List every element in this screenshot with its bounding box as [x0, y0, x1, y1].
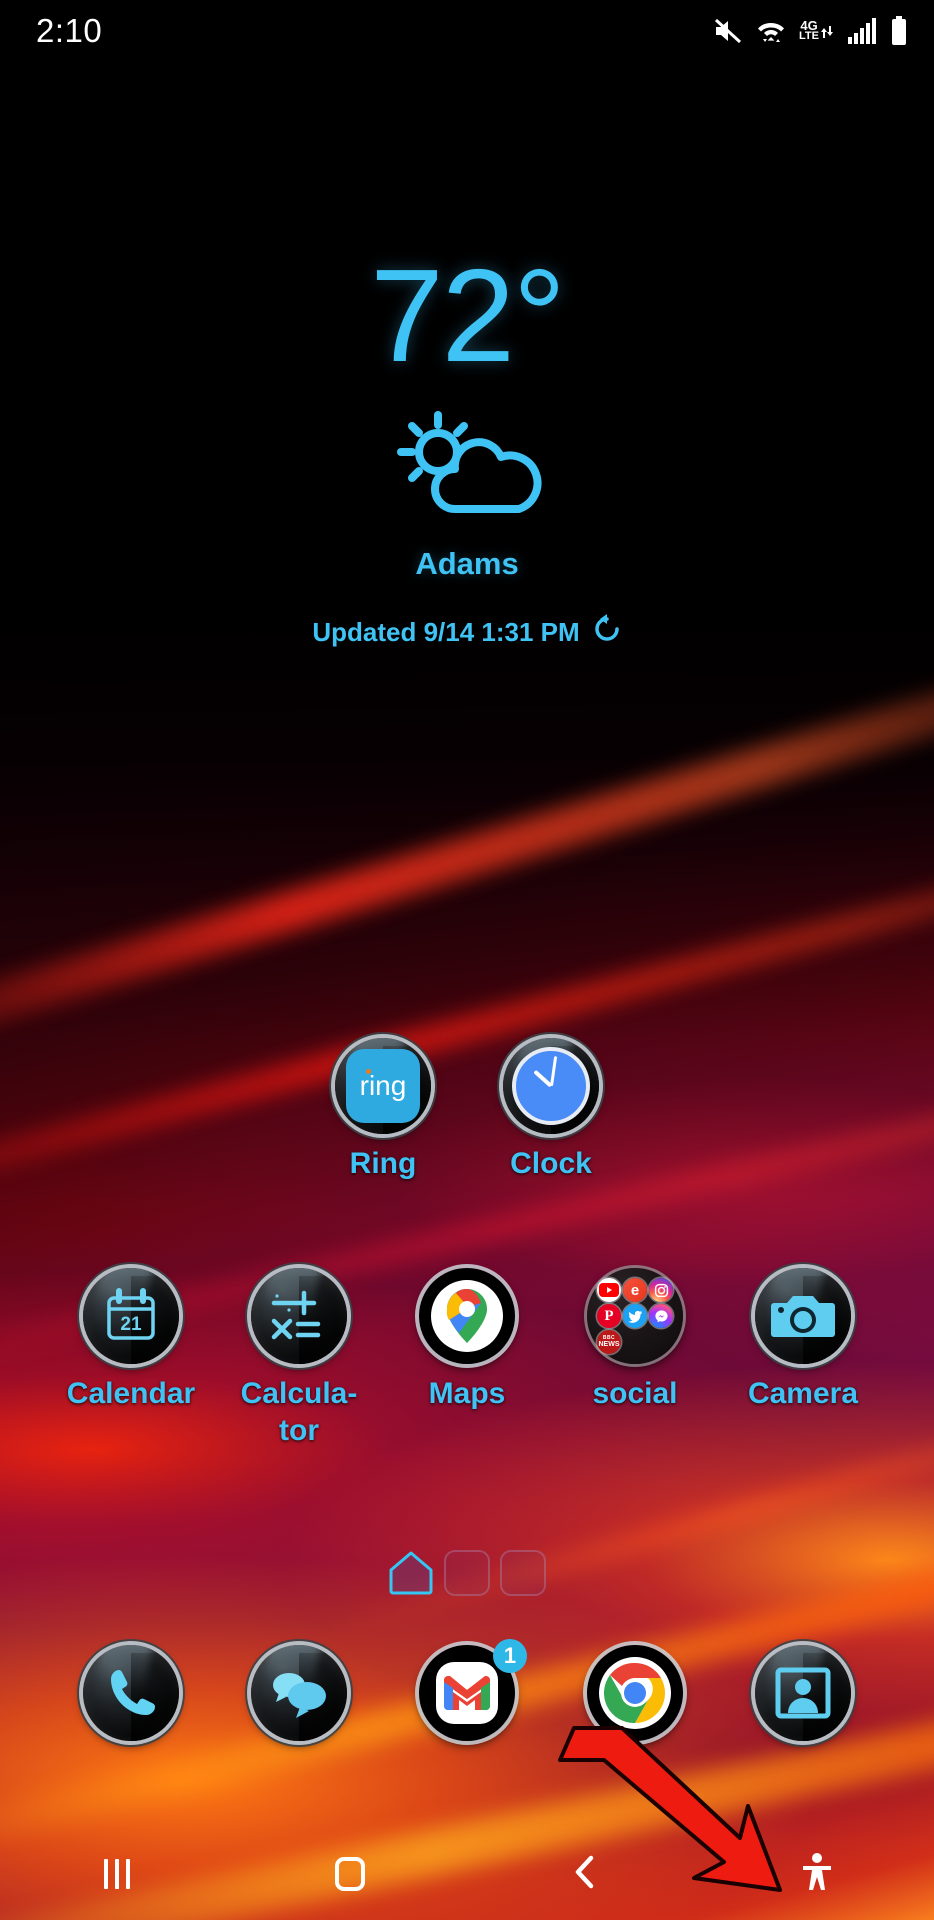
mute-icon — [713, 18, 743, 44]
edge-icon: e — [623, 1278, 647, 1302]
status-bar-icons: 4G LTE — [713, 16, 908, 46]
weather-updated-row: Updated 9/14 1:31 PM — [0, 614, 934, 651]
home-button[interactable] — [234, 1857, 468, 1891]
signal-bars-icon — [847, 17, 877, 45]
gmail-unread-badge: 1 — [493, 1639, 527, 1673]
app-ring[interactable]: ring Ring — [299, 1038, 467, 1183]
accessibility-button[interactable] — [701, 1852, 934, 1897]
contacts-app-icon — [755, 1645, 851, 1741]
svg-text:21: 21 — [120, 1314, 142, 1335]
dock-item-contacts[interactable] — [719, 1645, 887, 1741]
status-bar: 2:10 4G LTE — [0, 0, 934, 62]
weather-widget[interactable]: 72° Adams Updated 9/14 1:31 PM — [0, 250, 934, 651]
dock-item-phone[interactable] — [47, 1645, 215, 1741]
app-row-top: ring Ring Clock — [0, 1038, 934, 1183]
app-label-camera: Camera — [747, 1377, 859, 1410]
dock-item-messages[interactable] — [215, 1645, 383, 1741]
bbc-news-icon: BBC NEWS — [597, 1330, 621, 1354]
phone-home-screen: 2:10 4G LTE 72° Adams Updated 9/14 1:31 … — [0, 0, 934, 1920]
back-button[interactable] — [467, 1854, 701, 1895]
app-clock[interactable]: Clock — [467, 1038, 635, 1183]
battery-icon — [890, 16, 908, 46]
maps-app-icon — [419, 1268, 515, 1364]
youtube-icon — [597, 1278, 621, 1302]
folder-social[interactable]: e P BBC NEWS social — [551, 1268, 719, 1449]
pinterest-icon: P — [597, 1304, 621, 1328]
app-label-calculator: Calcula-tor — [240, 1377, 358, 1447]
status-bar-clock: 2:10 — [36, 12, 103, 49]
back-chevron-icon — [571, 1854, 597, 1895]
app-label-clock: Clock — [510, 1147, 592, 1180]
weather-temperature: 72° — [370, 242, 566, 389]
ring-app-icon: ring — [335, 1038, 431, 1134]
app-label-maps: Maps — [428, 1377, 506, 1410]
calculator-app-icon — [251, 1268, 347, 1364]
app-maps[interactable]: Maps — [383, 1268, 551, 1449]
messenger-icon — [649, 1304, 673, 1328]
wifi-icon — [756, 17, 786, 45]
navigation-bar — [0, 1828, 934, 1920]
instagram-icon — [649, 1278, 673, 1302]
clock-app-icon — [503, 1038, 599, 1134]
recents-button[interactable] — [0, 1859, 234, 1889]
recents-icon — [103, 1859, 130, 1889]
accessibility-icon — [800, 1852, 834, 1897]
weather-city: Adams — [415, 546, 519, 581]
page-dot-2[interactable] — [444, 1550, 490, 1596]
app-calendar[interactable]: 21 Calendar — [47, 1268, 215, 1449]
app-label-calendar: Calendar — [66, 1377, 196, 1410]
refresh-icon[interactable] — [592, 614, 622, 651]
dock: 1 — [0, 1639, 934, 1741]
messages-app-icon — [251, 1645, 347, 1741]
dock-item-gmail[interactable]: 1 — [383, 1639, 551, 1741]
weather-updated-text: Updated 9/14 1:31 PM — [312, 617, 580, 647]
page-dot-3[interactable] — [500, 1550, 546, 1596]
app-label-ring: Ring — [349, 1147, 417, 1180]
network-4g-lte-icon: 4G LTE — [799, 19, 834, 42]
phone-app-icon — [83, 1645, 179, 1741]
home-page-icon[interactable] — [388, 1550, 434, 1596]
chrome-app-icon — [587, 1645, 683, 1741]
app-row-middle: 21 Calendar Calcula-tor Maps e P BBC NEW… — [0, 1268, 934, 1449]
calendar-app-icon: 21 — [83, 1268, 179, 1364]
app-calculator[interactable]: Calcula-tor — [215, 1268, 383, 1449]
dock-item-chrome[interactable] — [551, 1645, 719, 1741]
app-camera[interactable]: Camera — [719, 1268, 887, 1449]
home-icon — [335, 1857, 366, 1891]
social-folder-icon: e P BBC NEWS — [587, 1268, 683, 1364]
camera-app-icon — [755, 1268, 851, 1364]
page-indicator[interactable] — [0, 1550, 934, 1596]
twitter-icon — [623, 1304, 647, 1328]
app-label-social: social — [592, 1377, 678, 1410]
partly-cloudy-day-icon — [0, 410, 934, 520]
